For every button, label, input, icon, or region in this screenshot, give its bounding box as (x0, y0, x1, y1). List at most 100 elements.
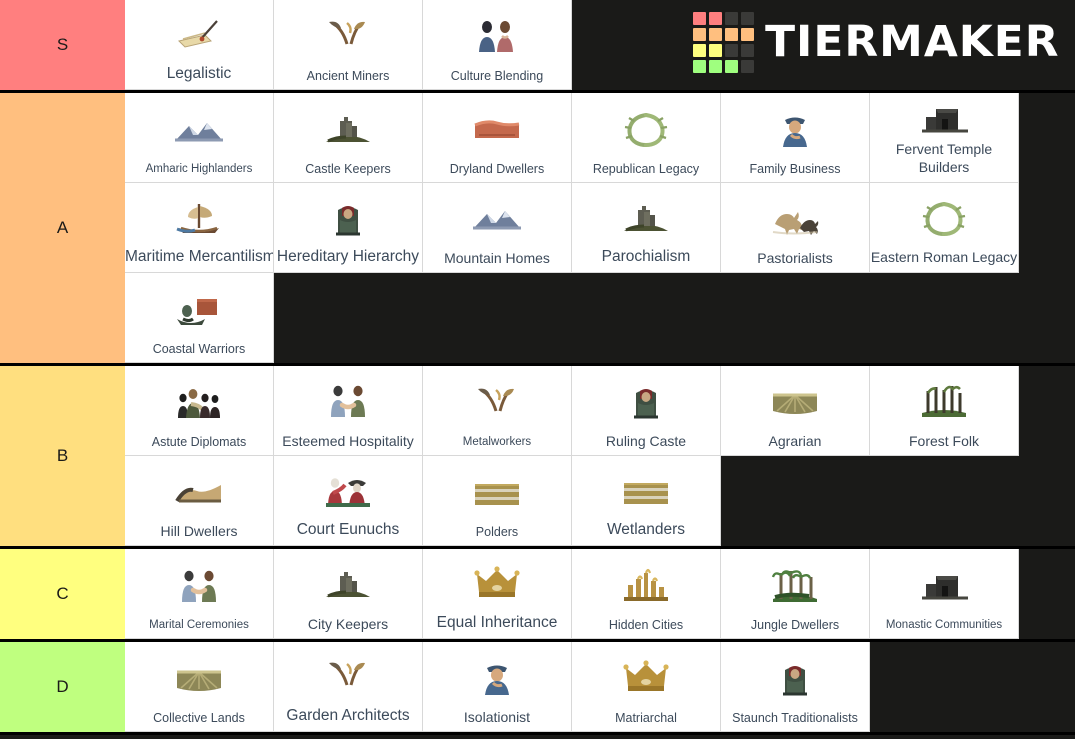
logo-swatch-7 (741, 27, 755, 41)
crown-icon (572, 642, 720, 711)
logo-swatch-15 (741, 59, 755, 73)
tier-item-label: Staunch Traditionalists (732, 710, 858, 725)
forest-icon (870, 366, 1018, 433)
tier-row-a: A Amharic Highlanders Castle Keepers Drylan… (0, 93, 1075, 366)
castle-hill-icon (274, 549, 422, 616)
tier-item-label: Parochialism (601, 248, 691, 266)
castle-hill-icon (572, 183, 720, 248)
tier-item[interactable]: Wetlanders (572, 456, 721, 546)
tier-item[interactable]: Forest Folk (870, 366, 1019, 456)
stone-temple-icon (870, 549, 1018, 619)
tier-items-c: Marital Ceremonies City Keepers Equal Inhe… (125, 549, 1075, 639)
tier-item[interactable]: Hereditary Hierarchy (274, 183, 423, 273)
tier-item[interactable]: Court Eunuchs (274, 456, 423, 546)
tier-item[interactable]: Garden Architects (274, 642, 423, 732)
tier-item[interactable]: Matriarchal (572, 642, 721, 732)
tier-item-label: Culture Blending (450, 68, 544, 83)
tier-rows-container: S Legalistic Ancient Miners Culture Blendin… (0, 0, 1075, 735)
tier-item[interactable]: Hidden Cities (572, 549, 721, 639)
tier-item[interactable]: Marital Ceremonies (125, 549, 274, 639)
tier-label-s[interactable]: S (0, 0, 125, 90)
tier-item[interactable]: Staunch Traditionalists (721, 642, 870, 732)
tiermaker-logo-grid (693, 11, 755, 73)
tier-item-label: Monastic Communities (885, 618, 1003, 631)
tier-item[interactable]: Maritime Mercantilism (125, 183, 274, 273)
tier-item[interactable]: Republican Legacy (572, 93, 721, 183)
tiermaker-logo[interactable]: TIERMAKER (693, 11, 1060, 73)
tier-item-label: Garden Architects (286, 707, 410, 725)
tier-item-label: Pastorialists (757, 249, 833, 266)
handshake-icon (125, 549, 273, 619)
tier-item-label: Hidden Cities (608, 617, 684, 632)
tier-item[interactable]: Mountain Homes (423, 183, 572, 273)
polder-fields-icon (423, 456, 571, 525)
polder-fields-icon (572, 456, 720, 521)
tier-item[interactable]: Parochialism (572, 183, 721, 273)
tier-label-a[interactable]: A (0, 93, 125, 363)
tier-label-c[interactable]: C (0, 549, 125, 639)
tier-item[interactable]: Jungle Dwellers (721, 549, 870, 639)
laurel-wreath-icon (870, 183, 1018, 249)
tier-item[interactable]: City Keepers (274, 549, 423, 639)
tier-item[interactable]: Esteemed Hospitality (274, 366, 423, 456)
tier-item[interactable]: Agrarian (721, 366, 870, 456)
tier-item-label: Agrarian (768, 432, 822, 449)
tier-item[interactable]: Astute Diplomats (125, 366, 274, 456)
tier-item[interactable]: Ancient Miners (274, 0, 423, 90)
tier-item-label: Eastern Roman Legacy (870, 248, 1018, 265)
tiermaker-wordmark: TIERMAKER (765, 16, 1060, 67)
sailing-ship-icon (125, 183, 273, 248)
tier-item[interactable]: Collective Lands (125, 642, 274, 732)
tier-item-label: Forest Folk (908, 432, 979, 449)
desert-mesa-icon (423, 93, 571, 162)
tier-item[interactable]: Family Business (721, 93, 870, 183)
tier-item[interactable]: Castle Keepers (274, 93, 423, 183)
tier-item[interactable]: Pastorialists (721, 183, 870, 273)
tier-item[interactable]: Amharic Highlanders (125, 93, 274, 183)
tier-item-label: Marital Ceremonies (149, 618, 249, 631)
tier-items-a: Amharic Highlanders Castle Keepers Dryland… (125, 93, 1075, 363)
tier-item-label: Esteemed Hospitality (282, 432, 414, 449)
tier-item[interactable]: Dryland Dwellers (423, 93, 572, 183)
tier-item-label: City Keepers (307, 615, 389, 632)
tier-item[interactable]: Monastic Communities (870, 549, 1019, 639)
throne-icon (572, 366, 720, 433)
logo-swatch-4 (693, 27, 707, 41)
tier-item-label: Collective Lands (153, 710, 245, 725)
logo-swatch-2 (725, 11, 739, 25)
tier-item-label: Equal Inheritance (436, 614, 558, 632)
tier-item[interactable]: Coastal Warriors (125, 273, 274, 363)
tier-label-d[interactable]: D (0, 642, 125, 732)
tier-item[interactable]: Legalistic (125, 0, 274, 90)
tier-items-b: Astute Diplomats Esteemed Hospitality Meta… (125, 366, 1075, 546)
tier-item-label: Astute Diplomats (151, 434, 247, 449)
pickaxes-icon (274, 0, 422, 69)
tier-item-label: Ancient Miners (306, 68, 390, 83)
tier-row-c: C Marital Ceremonies City Keepers Equal Inh… (0, 549, 1075, 642)
tier-item[interactable]: Fervent Temple Builders (870, 93, 1019, 183)
tier-item-label: Metalworkers (462, 435, 532, 448)
tier-item[interactable]: Culture Blending (423, 0, 572, 90)
tier-item-label: Ruling Caste (605, 432, 687, 449)
mountain-range-icon (423, 183, 571, 250)
handshake-icon (274, 366, 422, 433)
tier-item[interactable]: Eastern Roman Legacy (870, 183, 1019, 273)
merchant-man-icon (423, 642, 571, 709)
tier-item-label: Coastal Warriors (152, 341, 246, 356)
tier-item-label: Isolationist (463, 708, 531, 725)
logo-swatch-3 (741, 11, 755, 25)
tier-item-label: Mountain Homes (444, 249, 550, 266)
tier-item[interactable]: Isolationist (423, 642, 572, 732)
tier-row-d: D Collective Lands Garden Architects Isolat… (0, 642, 1075, 735)
diplomats-group-icon (125, 366, 273, 435)
tier-item[interactable]: Metalworkers (423, 366, 572, 456)
tier-item[interactable]: Ruling Caste (572, 366, 721, 456)
tier-item[interactable]: Polders (423, 456, 572, 546)
pickaxes-icon (423, 366, 571, 436)
logo-swatch-9 (709, 43, 723, 57)
tier-item[interactable]: Equal Inheritance (423, 549, 572, 639)
tier-item[interactable]: Hill Dwellers (125, 456, 274, 546)
tier-row-b: B Astute Diplomats Esteemed Hospitality Met… (0, 366, 1075, 549)
tier-label-b[interactable]: B (0, 366, 125, 546)
logo-swatch-12 (693, 59, 707, 73)
